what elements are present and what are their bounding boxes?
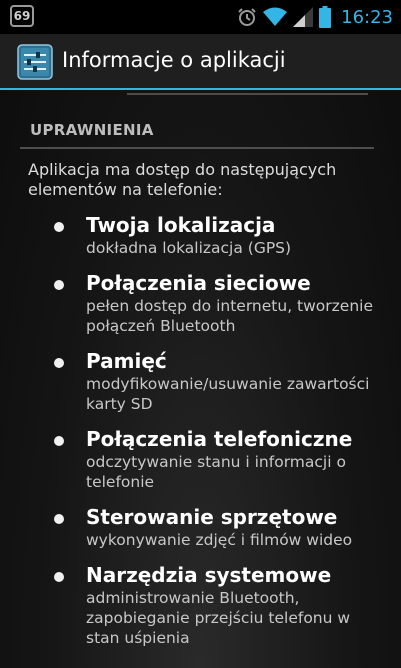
permission-description: modyfikowanie/usuwanie zawartości karty …	[86, 375, 370, 413]
permission-item-system[interactable]: Narzędzia systemowe administrowanie Blue…	[0, 562, 401, 648]
wifi-icon	[263, 7, 288, 26]
permission-title: Narzędzia systemowe	[86, 563, 332, 587]
bullet-icon	[54, 436, 64, 446]
notification-count-badge: 69	[10, 5, 34, 27]
settings-sliders-icon[interactable]	[17, 44, 53, 80]
permission-title: Pamięć	[86, 349, 167, 373]
bullet-icon	[54, 572, 64, 582]
previous-button-edge	[127, 90, 368, 95]
permissions-header: UPRAWNIENIA	[30, 121, 154, 139]
status-bar[interactable]: 69 16:23	[0, 0, 401, 34]
permission-description: dokładna lokalizacja (GPS)	[86, 239, 292, 257]
permission-title: Twoja lokalizacja	[86, 213, 276, 237]
permission-item-phone[interactable]: Połączenia telefoniczne odczytywanie sta…	[0, 426, 401, 492]
permission-title: Sterowanie sprzętowe	[86, 505, 338, 529]
bullet-icon	[54, 222, 64, 232]
permission-item-network[interactable]: Połączenia sieciowe pełen dostęp do inte…	[0, 270, 401, 336]
section-divider	[20, 147, 374, 149]
permission-description: pełen dostęp do internetu, tworzenie poł…	[86, 297, 373, 335]
alarm-icon	[238, 8, 256, 26]
battery-icon	[319, 6, 332, 28]
permission-item-hardware[interactable]: Sterowanie sprzętowe wykonywanie zdjęć i…	[0, 504, 401, 550]
permission-item-storage[interactable]: Pamięć modyfikowanie/usuwanie zawartości…	[0, 348, 401, 414]
permission-item-location[interactable]: Twoja lokalizacja dokładna lokalizacja (…	[0, 212, 401, 258]
permission-description: odczytywanie stanu i informacji o telefo…	[86, 453, 346, 491]
clock: 16:23	[341, 6, 393, 28]
permission-title: Połączenia telefoniczne	[86, 427, 353, 451]
bullet-icon	[54, 514, 64, 524]
permission-description: administrowanie Bluetooth, zapobieganie …	[86, 589, 351, 647]
permission-title: Połączenia sieciowe	[86, 271, 311, 295]
bullet-icon	[54, 280, 64, 290]
signal-icon	[293, 7, 314, 27]
permissions-list: Twoja lokalizacja dokładna lokalizacja (…	[0, 212, 401, 660]
status-icons: 16:23	[237, 4, 393, 30]
action-bar: Informacje o aplikacji	[0, 34, 401, 90]
permission-description: wykonywanie zdjęć i filmów wideo	[86, 531, 353, 549]
permissions-intro: Aplikacja ma dostęp do następujących ele…	[28, 160, 337, 199]
page-title: Informacje o aplikacji	[62, 48, 286, 72]
bullet-icon	[54, 358, 64, 368]
